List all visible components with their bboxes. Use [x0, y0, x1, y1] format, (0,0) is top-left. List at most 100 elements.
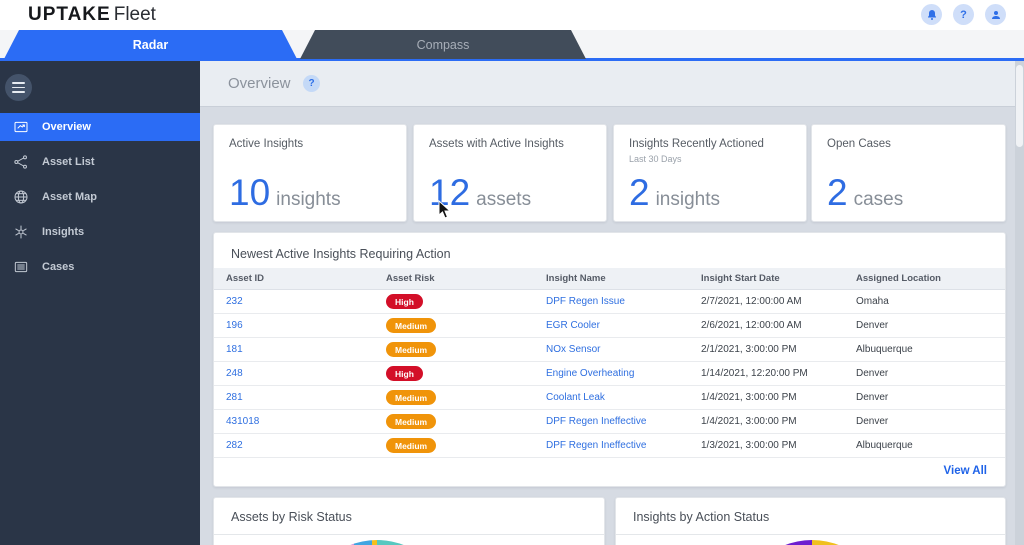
asset-list-icon: [13, 154, 29, 170]
risk-badge: Medium: [386, 438, 437, 453]
table-row: 282 Medium DPF Regen Ineffective 1/3/202…: [214, 434, 1005, 458]
insight-start-date: 2/1/2021, 3:00:00 PM: [701, 344, 797, 355]
col-insight-start-date: Insight Start Date: [701, 273, 780, 284]
card-open-cases: Open Cases 2 cases: [811, 124, 1006, 222]
notifications-button[interactable]: [921, 4, 942, 25]
sidebar-item-label: Asset List: [42, 156, 95, 168]
table-row: 232 High DPF Regen Issue 2/7/2021, 12:00…: [214, 290, 1005, 314]
asset-id-link[interactable]: 281: [226, 392, 386, 403]
topbar-actions: ?: [921, 4, 1006, 25]
sidebar-item-cases[interactable]: Cases: [0, 253, 200, 281]
risk-badge: Medium: [386, 318, 437, 333]
tab-compass[interactable]: Compass: [300, 30, 586, 59]
insight-start-date: 1/4/2021, 3:00:00 PM: [701, 416, 797, 427]
assigned-location: Albuquerque: [856, 344, 913, 355]
sidebar-item-label: Asset Map: [42, 191, 98, 203]
insights-action-pie-chart: [737, 540, 887, 545]
insight-name-link[interactable]: DPF Regen Issue: [546, 296, 701, 307]
card-unit: insights: [655, 189, 720, 210]
insight-name-link[interactable]: DPF Regen Ineffective: [546, 440, 701, 451]
col-insight-name: Insight Name: [546, 273, 606, 284]
card-value: 12: [429, 172, 471, 213]
vertical-scrollbar[interactable]: [1015, 61, 1024, 545]
card-value: 2: [827, 172, 848, 213]
risk-badge: High: [386, 366, 423, 381]
table-row: 181 Medium NOx Sensor 2/1/2021, 3:00:00 …: [214, 338, 1005, 362]
assets-by-risk-status-card: Assets by Risk Status: [213, 497, 605, 545]
risk-badge: Medium: [386, 342, 437, 357]
sidebar-item-label: Cases: [42, 261, 75, 273]
insight-start-date: 2/7/2021, 12:00:00 AM: [701, 296, 802, 307]
insights-by-action-status-card: Insights by Action Status: [615, 497, 1006, 545]
sidebar: Overview Asset List Asset Map Insights C…: [0, 61, 200, 545]
page-title: Overview: [228, 75, 291, 92]
account-button[interactable]: [985, 4, 1006, 25]
assigned-location: Denver: [856, 416, 889, 427]
asset-map-icon: [13, 189, 29, 205]
asset-id-link[interactable]: 248: [226, 368, 386, 379]
assigned-location: Albuquerque: [856, 440, 913, 451]
card-title: Open Cases: [827, 138, 891, 150]
asset-id-link[interactable]: 431018: [226, 416, 386, 427]
insight-name-link[interactable]: NOx Sensor: [546, 344, 701, 355]
page-help-button[interactable]: ?: [303, 75, 320, 92]
insight-start-date: 1/3/2021, 3:00:00 PM: [701, 440, 797, 451]
insights-icon: [13, 224, 29, 240]
chart-title: Assets by Risk Status: [231, 510, 352, 524]
insight-start-date: 1/4/2021, 3:00:00 PM: [701, 392, 797, 403]
insight-name-link[interactable]: EGR Cooler: [546, 320, 701, 331]
app-logo: UPTAKE Fleet: [28, 4, 156, 26]
table-header-row: Asset ID Asset Risk Insight Name Insight…: [214, 268, 1005, 290]
sidebar-item-overview[interactable]: Overview: [0, 113, 200, 141]
insight-start-date: 2/6/2021, 12:00:00 AM: [701, 320, 802, 331]
tab-radar[interactable]: Radar: [4, 30, 297, 59]
card-title: Active Insights: [229, 138, 304, 150]
assigned-location: Omaha: [856, 296, 889, 307]
asset-id-link[interactable]: 282: [226, 440, 386, 451]
card-subtitle: Last 30 Days: [629, 154, 682, 164]
help-icon: ?: [960, 8, 967, 21]
view-all-link[interactable]: View All: [944, 465, 987, 477]
overview-icon: [13, 119, 29, 135]
risk-badge: Medium: [386, 414, 437, 429]
table-title: Newest Active Insights Requiring Action: [231, 247, 451, 261]
assigned-location: Denver: [856, 392, 889, 403]
sidebar-item-asset-list[interactable]: Asset List: [0, 148, 200, 176]
card-title: Insights Recently Actioned: [629, 138, 764, 150]
bell-icon: [926, 9, 938, 21]
card-unit: insights: [276, 189, 341, 210]
asset-id-link[interactable]: 181: [226, 344, 386, 355]
insight-name-link[interactable]: Engine Overheating: [546, 368, 701, 379]
help-button[interactable]: ?: [953, 4, 974, 25]
assigned-location: Denver: [856, 368, 889, 379]
risk-badge: Medium: [386, 390, 437, 405]
scrollbar-thumb[interactable]: [1016, 65, 1023, 147]
col-assigned-location: Assigned Location: [856, 273, 941, 284]
card-value: 2: [629, 172, 650, 213]
col-asset-risk: Asset Risk: [386, 273, 435, 284]
asset-id-link[interactable]: 232: [226, 296, 386, 307]
assets-risk-pie-chart: [302, 540, 452, 545]
asset-id-link[interactable]: 196: [226, 320, 386, 331]
col-asset-id: Asset ID: [226, 273, 265, 284]
user-icon: [990, 9, 1002, 21]
table-row: 281 Medium Coolant Leak 1/4/2021, 3:00:0…: [214, 386, 1005, 410]
card-insights-recently-actioned: Insights Recently Actioned Last 30 Days …: [613, 124, 807, 222]
table-row: 248 High Engine Overheating 1/14/2021, 1…: [214, 362, 1005, 386]
card-value: 10: [229, 172, 271, 213]
question-icon: ?: [308, 78, 315, 89]
tab-compass-label: Compass: [416, 37, 470, 52]
chart-title: Insights by Action Status: [633, 510, 770, 524]
risk-badge: High: [386, 294, 423, 309]
logo-primary: UPTAKE: [28, 4, 111, 25]
sidebar-nav: Overview Asset List Asset Map Insights C…: [0, 113, 200, 288]
table-row: 431018 Medium DPF Regen Ineffective 1/4/…: [214, 410, 1005, 434]
sidebar-item-asset-map[interactable]: Asset Map: [0, 183, 200, 211]
insights-table: Asset ID Asset Risk Insight Name Insight…: [214, 268, 1005, 458]
menu-toggle-button[interactable]: [5, 74, 32, 101]
sidebar-item-label: Insights: [42, 226, 85, 238]
sidebar-item-insights[interactable]: Insights: [0, 218, 200, 246]
insight-name-link[interactable]: DPF Regen Ineffective: [546, 416, 701, 427]
divider: [214, 534, 604, 535]
insight-name-link[interactable]: Coolant Leak: [546, 392, 701, 403]
